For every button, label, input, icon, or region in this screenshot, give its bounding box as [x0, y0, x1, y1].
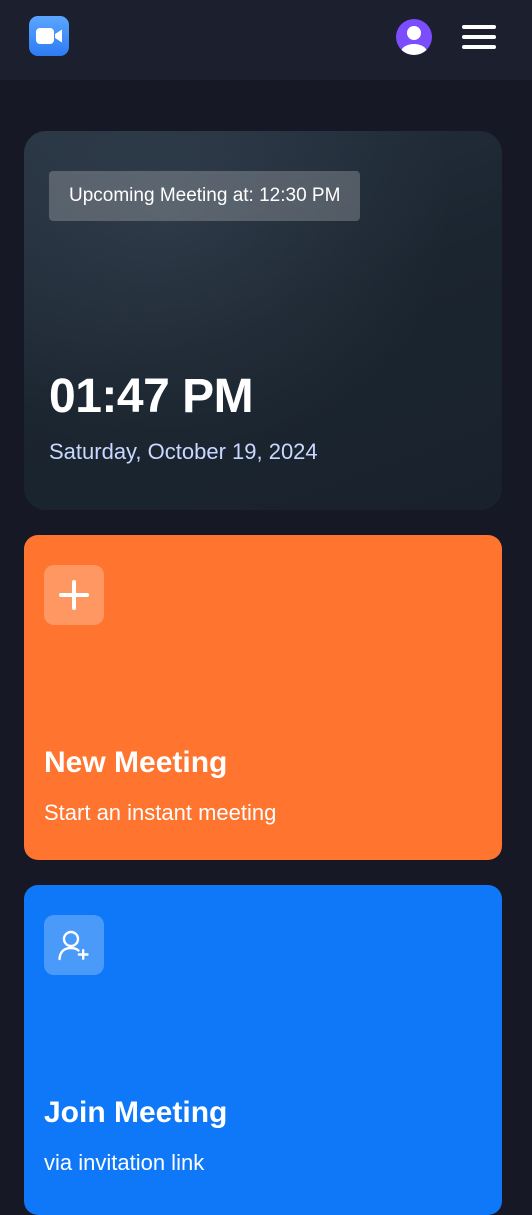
- user-avatar-button[interactable]: [396, 19, 432, 55]
- join-meeting-subtitle: via invitation link: [44, 1150, 205, 1175]
- new-meeting-icon-box: [44, 565, 104, 625]
- hamburger-menu-line: [462, 35, 496, 39]
- hamburger-menu-line: [462, 45, 496, 49]
- user-avatar-icon: [401, 26, 427, 55]
- plus-icon: [59, 580, 89, 610]
- current-time: 01:47 PM: [49, 370, 254, 423]
- join-meeting-title: Join Meeting: [44, 1096, 228, 1129]
- app-logo[interactable]: [29, 16, 69, 56]
- join-meeting-icon-box: [44, 915, 104, 975]
- new-meeting-title: New Meeting: [44, 746, 228, 779]
- new-meeting-subtitle: Start an instant meeting: [44, 800, 277, 825]
- upcoming-meeting-badge: Upcoming Meeting at: 12:30 PM: [49, 171, 361, 221]
- hamburger-menu-button[interactable]: [460, 22, 498, 52]
- current-date: Saturday, October 19, 2024: [49, 439, 318, 464]
- top-navbar: [0, 0, 532, 80]
- new-meeting-card[interactable]: New Meeting Start an instant meeting: [24, 535, 502, 860]
- join-meeting-card[interactable]: Join Meeting via invitation link: [24, 885, 502, 1215]
- hamburger-menu-icon: [462, 25, 496, 29]
- add-user-icon: [58, 930, 89, 961]
- video-camera-icon: [36, 28, 62, 44]
- hero-banner: Upcoming Meeting at: 12:30 PM 01:47 PM S…: [24, 131, 502, 510]
